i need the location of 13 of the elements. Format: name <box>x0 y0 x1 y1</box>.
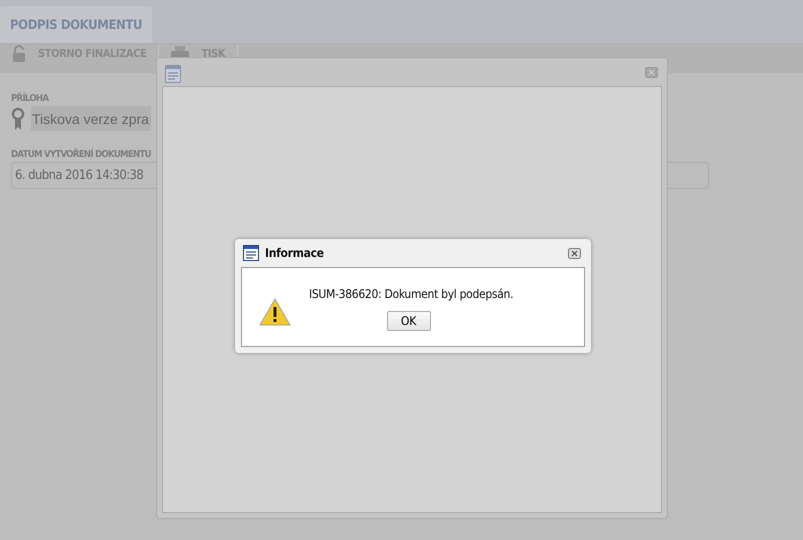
window-icon <box>243 245 259 261</box>
field-label: PŘÍLOHA <box>11 93 50 104</box>
ok-button[interactable]: OK <box>386 311 431 331</box>
message-text: ISUM-386620: Dokument byl podepsán. <box>309 287 514 301</box>
warning-icon <box>259 298 291 326</box>
ribbon-icon <box>11 106 25 130</box>
close-icon[interactable] <box>568 248 581 258</box>
padlock-icon <box>12 44 26 62</box>
field-label: DATUM VYTVOŘENÍ DOKUMENTU <box>11 149 152 160</box>
attachment-field[interactable]: Tiskova verze zpra <box>31 106 151 131</box>
dialog-title: Informace <box>265 246 325 260</box>
window-icon <box>165 65 181 83</box>
tab[interactable]: PODPIS DOKUMENTU <box>0 6 152 43</box>
